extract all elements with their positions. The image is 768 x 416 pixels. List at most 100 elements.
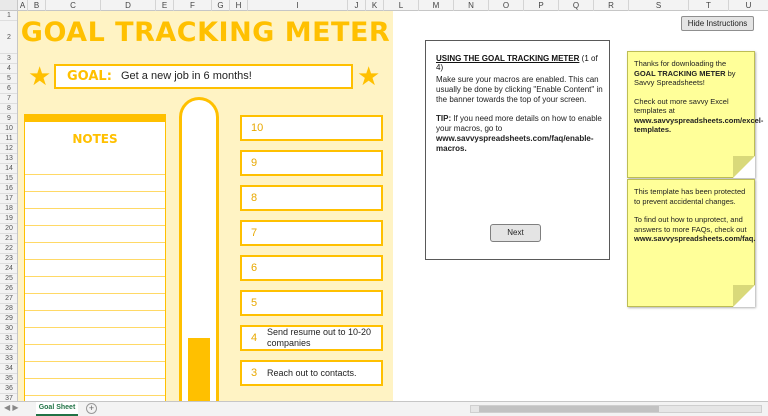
- column-header[interactable]: C: [46, 0, 101, 11]
- row-header[interactable]: 31: [0, 334, 17, 344]
- row-header[interactable]: 26: [0, 284, 17, 294]
- column-header[interactable]: T: [689, 0, 729, 11]
- milestone-number: 8: [251, 192, 258, 204]
- select-all-corner[interactable]: [0, 0, 18, 11]
- column-header[interactable]: J: [348, 0, 366, 11]
- column-header[interactable]: U: [729, 0, 768, 11]
- column-header[interactable]: M: [419, 0, 454, 11]
- column-header[interactable]: I: [248, 0, 348, 11]
- row-header[interactable]: 1: [0, 11, 17, 21]
- row-header[interactable]: 20: [0, 224, 17, 234]
- goal-box[interactable]: GOAL: Get a new job in 6 months!: [54, 64, 353, 89]
- notes-lines[interactable]: [25, 158, 165, 401]
- row-header[interactable]: 2: [0, 21, 17, 54]
- column-header[interactable]: Q: [559, 0, 594, 11]
- row-header[interactable]: 33: [0, 354, 17, 364]
- row-header[interactable]: 35: [0, 374, 17, 384]
- notes-panel[interactable]: NOTES: [24, 114, 166, 401]
- column-header[interactable]: K: [366, 0, 384, 11]
- add-sheet-icon[interactable]: +: [86, 403, 97, 414]
- milestone-text[interactable]: Send resume out to 10-20 companies: [267, 327, 377, 349]
- row-header[interactable]: 11: [0, 134, 17, 144]
- milestone-box[interactable]: 7: [240, 220, 383, 246]
- column-header[interactable]: B: [28, 0, 46, 11]
- horizontal-scrollbar[interactable]: [470, 405, 762, 413]
- note-thanks-bold: GOAL TRACKING METER: [634, 68, 726, 78]
- row-header[interactable]: 24: [0, 264, 17, 274]
- row-header[interactable]: 28: [0, 304, 17, 314]
- note-protection-text: This template has been protected to prev…: [634, 187, 746, 206]
- row-header[interactable]: 15: [0, 174, 17, 184]
- column-header[interactable]: R: [594, 0, 629, 11]
- milestone-box[interactable]: 9: [240, 150, 383, 176]
- row-header[interactable]: 32: [0, 344, 17, 354]
- row-header[interactable]: 37: [0, 394, 17, 401]
- milestone-box[interactable]: 4 Send resume out to 10-20 companies: [240, 325, 383, 351]
- milestone-box[interactable]: 3 Reach out to contacts.: [240, 360, 383, 386]
- column-header[interactable]: O: [489, 0, 524, 11]
- thermometer-fill: [188, 337, 210, 401]
- milestone-number: 6: [251, 262, 258, 274]
- milestone-text[interactable]: Reach out to contacts.: [267, 362, 377, 384]
- milestone-text[interactable]: [267, 187, 377, 209]
- next-button[interactable]: Next: [490, 224, 541, 242]
- row-header[interactable]: 6: [0, 84, 17, 94]
- column-header[interactable]: L: [384, 0, 419, 11]
- row-header[interactable]: 27: [0, 294, 17, 304]
- row-header[interactable]: 22: [0, 244, 17, 254]
- notes-header-bar: [24, 114, 166, 122]
- note-faq-label: To find out how to unprotect, and answer…: [634, 215, 747, 234]
- milestone-box[interactable]: 6: [240, 255, 383, 281]
- instructions-heading: USING THE GOAL TRACKING METER (1 of 4): [436, 54, 606, 72]
- column-header[interactable]: D: [101, 0, 156, 11]
- milestone-box[interactable]: 10: [240, 115, 383, 141]
- milestone-text[interactable]: [267, 292, 377, 314]
- row-header[interactable]: 21: [0, 234, 17, 244]
- milestone-text[interactable]: [267, 222, 377, 244]
- scrollbar-thumb[interactable]: [479, 406, 659, 412]
- milestone-text[interactable]: [267, 152, 377, 174]
- column-header[interactable]: G: [212, 0, 230, 11]
- instructions-title: USING THE GOAL TRACKING METER: [436, 54, 580, 63]
- column-header[interactable]: N: [454, 0, 489, 11]
- row-header[interactable]: 17: [0, 194, 17, 204]
- column-header[interactable]: E: [156, 0, 174, 11]
- row-header[interactable]: 3: [0, 54, 17, 64]
- row-header[interactable]: 5: [0, 74, 17, 84]
- milestone-text[interactable]: [267, 117, 377, 139]
- tab-scroll-arrows-icon[interactable]: ◀ ▶: [4, 403, 19, 412]
- row-header[interactable]: 8: [0, 104, 17, 114]
- milestone-box[interactable]: 5: [240, 290, 383, 316]
- row-header[interactable]: 7: [0, 94, 17, 104]
- row-header[interactable]: 16: [0, 184, 17, 194]
- row-header[interactable]: 29: [0, 314, 17, 324]
- row-header[interactable]: 19: [0, 214, 17, 224]
- column-header[interactable]: P: [524, 0, 559, 11]
- column-header[interactable]: F: [174, 0, 212, 11]
- thermometer: [179, 97, 219, 401]
- row-header[interactable]: 36: [0, 384, 17, 394]
- row-header[interactable]: 25: [0, 274, 17, 284]
- row-header[interactable]: 4: [0, 64, 17, 74]
- goal-text[interactable]: Get a new job in 6 months!: [121, 70, 252, 82]
- tab-goal-sheet[interactable]: Goal Sheet: [36, 402, 78, 416]
- row-header[interactable]: 23: [0, 254, 17, 264]
- page-curl-icon: [733, 156, 755, 178]
- row-header[interactable]: 18: [0, 204, 17, 214]
- row-header[interactable]: 12: [0, 144, 17, 154]
- row-header[interactable]: 34: [0, 364, 17, 374]
- hide-instructions-button[interactable]: Hide Instructions: [681, 16, 754, 31]
- column-header[interactable]: S: [629, 0, 689, 11]
- row-header[interactable]: 9: [0, 114, 17, 124]
- note-templates-link[interactable]: www.savvyspreadsheets.com/excel-template…: [634, 116, 763, 135]
- row-header[interactable]: 30: [0, 324, 17, 334]
- milestone-box[interactable]: 8: [240, 185, 383, 211]
- row-header[interactable]: 13: [0, 154, 17, 164]
- note-faq-link[interactable]: www.savvyspreadsheets.com/faq.: [634, 234, 755, 243]
- column-header[interactable]: H: [230, 0, 248, 11]
- row-header[interactable]: 14: [0, 164, 17, 174]
- row-header[interactable]: 10: [0, 124, 17, 134]
- milestone-text[interactable]: [267, 257, 377, 279]
- tip-link[interactable]: www.savvyspreadsheets.com/faq/enable-mac…: [436, 134, 594, 153]
- column-header[interactable]: A: [18, 0, 28, 11]
